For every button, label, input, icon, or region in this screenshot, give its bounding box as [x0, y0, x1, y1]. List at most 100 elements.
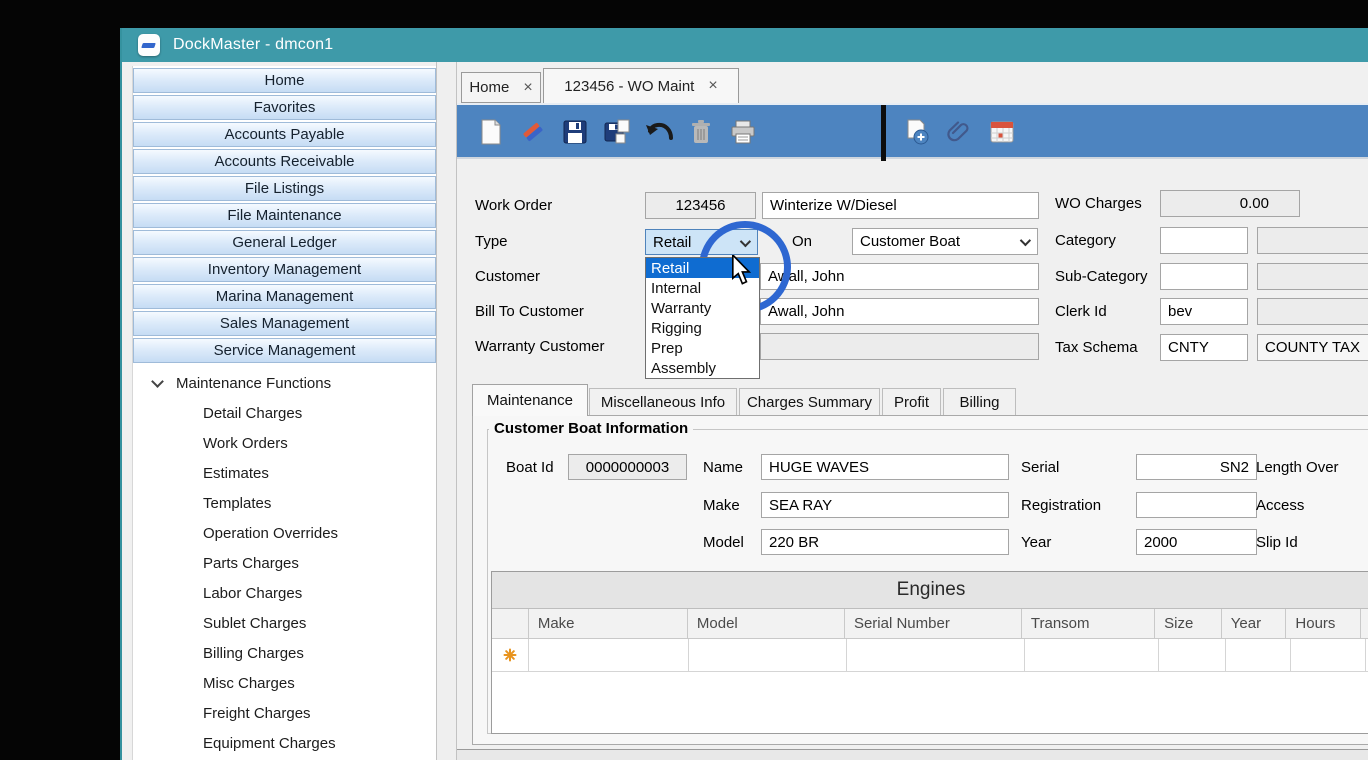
- tree-item-estimates[interactable]: Estimates: [133, 458, 436, 488]
- pane-splitter[interactable]: [436, 62, 457, 760]
- customer-name-field[interactable]: Awall, John: [760, 263, 1039, 290]
- sidebar-item-home[interactable]: Home: [133, 68, 436, 93]
- undo-button[interactable]: [645, 118, 673, 146]
- sidebar-item-favorites[interactable]: Favorites: [133, 95, 436, 120]
- boat-make-input[interactable]: SEA RAY: [761, 492, 1009, 518]
- subtab-profit[interactable]: Profit: [882, 388, 941, 416]
- attachment-button[interactable]: [945, 118, 973, 146]
- cell-hours[interactable]: [1291, 639, 1366, 671]
- on-combobox[interactable]: Customer Boat: [852, 228, 1038, 255]
- subtab-maintenance[interactable]: Maintenance: [472, 384, 588, 416]
- close-icon[interactable]: ×: [523, 80, 532, 96]
- subtab-billing[interactable]: Billing: [943, 388, 1016, 416]
- title-bar: DockMaster - dmcon1: [122, 28, 1368, 62]
- tree-item-parts-charges[interactable]: Parts Charges: [133, 548, 436, 578]
- sub-category-input[interactable]: [1160, 263, 1248, 290]
- cell-transom[interactable]: [1025, 639, 1159, 671]
- cell-serial-number[interactable]: [847, 639, 1025, 671]
- year-input[interactable]: 2000: [1136, 529, 1257, 555]
- clerk-id-label: Clerk Id: [1055, 298, 1107, 325]
- work-order-description-field[interactable]: Winterize W/Diesel: [762, 192, 1039, 219]
- boat-model-input[interactable]: 220 BR: [761, 529, 1009, 555]
- close-icon[interactable]: ×: [708, 78, 717, 94]
- sidebar-item-general-ledger[interactable]: General Ledger: [133, 230, 436, 255]
- tree-node-label: Maintenance Functions: [176, 375, 331, 392]
- category-description: [1257, 227, 1368, 254]
- tree-item-operation-overrides[interactable]: Operation Overrides: [133, 518, 436, 548]
- sidebar-item-service-management[interactable]: Service Management: [133, 338, 436, 363]
- subtab-miscellaneous-info[interactable]: Miscellaneous Info: [589, 388, 737, 416]
- slip-id-label: Slip Id: [1256, 529, 1298, 555]
- print-button[interactable]: [729, 118, 757, 146]
- tax-schema-input[interactable]: CNTY: [1160, 334, 1248, 361]
- paperclip-icon: [946, 119, 972, 145]
- warranty-customer-field: [760, 333, 1039, 360]
- tree-item-freight-charges[interactable]: Freight Charges: [133, 698, 436, 728]
- sidebar-item-sales-management[interactable]: Sales Management: [133, 311, 436, 336]
- save-as-icon: [604, 119, 630, 145]
- col-transom: Transom: [1022, 609, 1155, 638]
- cell-size[interactable]: [1159, 639, 1226, 671]
- schedule-button[interactable]: [988, 118, 1016, 146]
- tree-item-work-orders[interactable]: Work Orders: [133, 428, 436, 458]
- category-input[interactable]: [1160, 227, 1248, 254]
- registration-label: Registration: [1021, 492, 1101, 518]
- dropdown-option-assembly[interactable]: Assembly: [646, 358, 759, 378]
- sidebar-item-accounts-payable[interactable]: Accounts Payable: [133, 122, 436, 147]
- tab-wo-maint[interactable]: 123456 - WO Maint ×: [543, 68, 739, 103]
- sidebar-item-file-maintenance[interactable]: File Maintenance: [133, 203, 436, 228]
- sidebar-item-inventory-management[interactable]: Inventory Management: [133, 257, 436, 282]
- col-serial-number: Serial Number: [845, 609, 1022, 638]
- on-label: On: [792, 228, 812, 255]
- registration-input[interactable]: [1136, 492, 1257, 518]
- delete-button[interactable]: [687, 118, 715, 146]
- tree-item-templates[interactable]: Templates: [133, 488, 436, 518]
- tree-item-equipment-charges[interactable]: Equipment Charges: [133, 728, 436, 758]
- sidebar-item-file-listings[interactable]: File Listings: [133, 176, 436, 201]
- toolbar: [457, 103, 1368, 159]
- serial-input[interactable]: SN2: [1136, 454, 1257, 480]
- erase-button[interactable]: [519, 118, 547, 146]
- add-document-button[interactable]: [903, 118, 931, 146]
- row-selector-header: [492, 609, 529, 638]
- clerk-description: [1257, 298, 1368, 325]
- tab-home[interactable]: Home ×: [461, 72, 541, 103]
- bill-to-customer-label: Bill To Customer: [475, 298, 584, 325]
- col-make: Make: [529, 609, 688, 638]
- sub-category-description: [1257, 263, 1368, 290]
- cell-model[interactable]: [689, 639, 847, 671]
- engines-new-row[interactable]: [492, 639, 1368, 672]
- tree-children: Detail Charges Work Orders Estimates Tem…: [133, 398, 436, 758]
- dropdown-option-prep[interactable]: Prep: [646, 338, 759, 358]
- tree-item-detail-charges[interactable]: Detail Charges: [133, 398, 436, 428]
- save-button[interactable]: [561, 118, 589, 146]
- screen: DockMaster - dmcon1 Home Favorites Accou…: [0, 0, 1368, 760]
- chevron-down-icon: [151, 375, 164, 388]
- tree-item-labor-charges[interactable]: Labor Charges: [133, 578, 436, 608]
- printer-icon: [730, 120, 756, 144]
- sidebar-item-marina-management[interactable]: Marina Management: [133, 284, 436, 309]
- tree-node-maintenance-functions[interactable]: Maintenance Functions: [133, 370, 436, 396]
- dropdown-option-rigging[interactable]: Rigging: [646, 318, 759, 338]
- boat-name-label: Name: [703, 454, 743, 480]
- cell-year[interactable]: [1226, 639, 1291, 671]
- col-size: Size: [1155, 609, 1222, 638]
- cell-make[interactable]: [529, 639, 689, 671]
- tree-item-misc-charges[interactable]: Misc Charges: [133, 668, 436, 698]
- window-title: DockMaster - dmcon1: [173, 36, 333, 54]
- clerk-id-input[interactable]: bev: [1160, 298, 1248, 325]
- tab-wo-maint-label: 123456 - WO Maint: [564, 78, 694, 95]
- tax-schema-description: COUNTY TAX: [1257, 334, 1368, 361]
- sidebar-item-accounts-receivable[interactable]: Accounts Receivable: [133, 149, 436, 174]
- subtab-charges-summary[interactable]: Charges Summary: [739, 388, 880, 416]
- dropdown-option-warranty[interactable]: Warranty: [646, 298, 759, 318]
- save-as-button[interactable]: [603, 118, 631, 146]
- work-order-number-field[interactable]: 123456: [645, 192, 756, 219]
- tree-item-billing-charges[interactable]: Billing Charges: [133, 638, 436, 668]
- boat-name-input[interactable]: HUGE WAVES: [761, 454, 1009, 480]
- boat-model-label: Model: [703, 529, 744, 555]
- col-model: Model: [688, 609, 845, 638]
- bill-to-customer-field[interactable]: Awall, John: [760, 298, 1039, 325]
- tree-item-sublet-charges[interactable]: Sublet Charges: [133, 608, 436, 638]
- new-document-button[interactable]: [477, 118, 505, 146]
